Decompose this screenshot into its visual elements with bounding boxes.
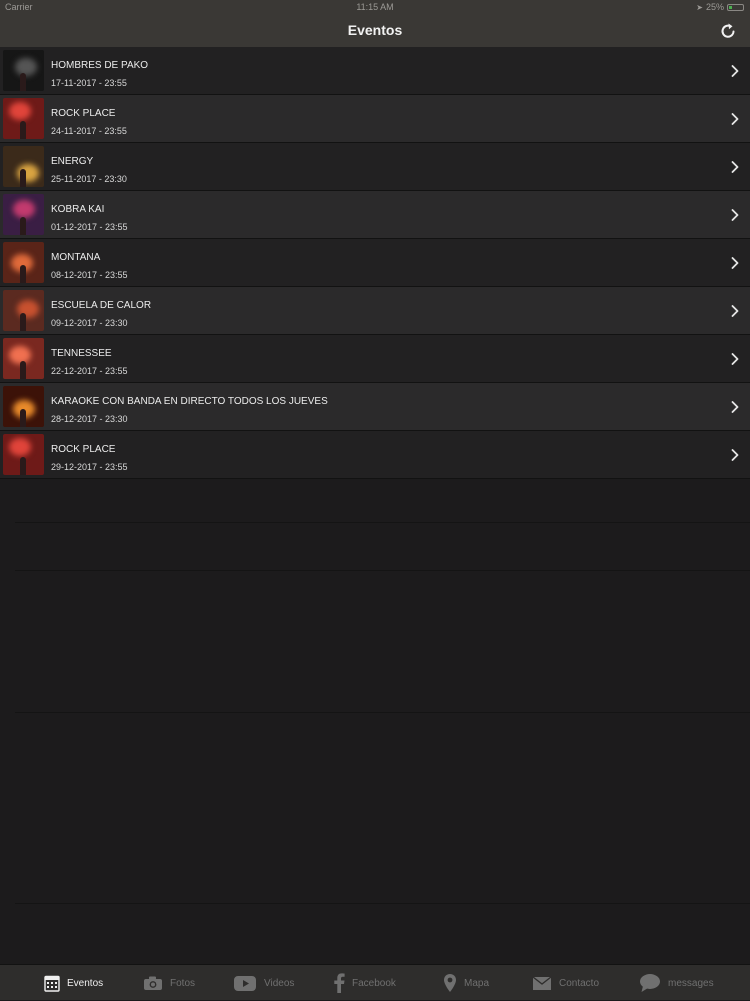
event-thumbnail (3, 434, 44, 475)
event-thumbnail (3, 242, 44, 283)
tab-label: Facebook (352, 977, 396, 989)
tab-messages[interactable]: messages (639, 965, 714, 1001)
empty-row-separator (15, 712, 750, 713)
tab-label: Videos (264, 977, 295, 989)
event-date: 22-12-2017 - 23:55 (51, 366, 128, 376)
event-row[interactable]: ROCK PLACE 24-11-2017 - 23:55 (0, 95, 750, 143)
event-title: KOBRA KAI (51, 204, 105, 215)
event-date: 28-12-2017 - 23:30 (51, 414, 128, 424)
facebook-icon (333, 973, 345, 993)
tab-mapa[interactable]: Mapa (443, 965, 489, 1001)
envelope-icon (532, 975, 552, 991)
tab-eventos[interactable]: Eventos (44, 965, 103, 1001)
chevron-right-icon (731, 304, 739, 317)
camera-icon (143, 975, 163, 991)
empty-row-separator (15, 903, 750, 904)
event-row[interactable]: TENNESSEE 22-12-2017 - 23:55 (0, 335, 750, 383)
event-date: 24-11-2017 - 23:55 (51, 126, 127, 136)
event-row[interactable]: KOBRA KAI 01-12-2017 - 23:55 (0, 191, 750, 239)
tab-fotos[interactable]: Fotos (143, 965, 195, 1001)
chevron-right-icon (731, 208, 739, 221)
event-thumbnail (3, 146, 44, 187)
chevron-right-icon (731, 64, 739, 77)
event-title: ENERGY (51, 156, 94, 167)
calendar-icon (44, 974, 60, 992)
event-date: 25-11-2017 - 23:30 (51, 174, 127, 184)
event-thumbnail (3, 338, 44, 379)
event-title: KARAOKE CON BANDA EN DIRECTO TODOS LOS J… (51, 396, 328, 407)
event-date: 29-12-2017 - 23:55 (51, 462, 128, 472)
battery-icon (727, 3, 744, 11)
event-date: 01-12-2017 - 23:55 (51, 222, 128, 232)
tab-label: messages (668, 977, 714, 989)
event-title: MONTANA (51, 252, 101, 263)
tab-label: Fotos (170, 977, 196, 989)
youtube-icon (233, 975, 257, 992)
event-row[interactable]: MONTANA 08-12-2017 - 23:55 (0, 239, 750, 287)
event-title: HOMBRES DE PAKO (51, 60, 149, 71)
tab-bar: Eventos Fotos Videos Facebook Mapa Contacto me… (0, 964, 750, 1000)
event-date: 09-12-2017 - 23:30 (51, 318, 128, 328)
event-thumbnail (3, 290, 44, 331)
event-date: 08-12-2017 - 23:55 (51, 270, 128, 280)
refresh-icon[interactable] (719, 22, 737, 40)
event-title: ROCK PLACE (51, 444, 116, 455)
battery-percent: 25% (705, 2, 724, 12)
status-time: 11:15 AM (356, 2, 394, 12)
tab-label: Eventos (67, 977, 104, 989)
chevron-right-icon (731, 160, 739, 173)
tab-label: Contacto (559, 977, 600, 989)
chevron-right-icon (731, 448, 739, 461)
empty-row-separator (15, 522, 750, 523)
tab-facebook[interactable]: Facebook (333, 965, 396, 1001)
event-title: ROCK PLACE (51, 108, 116, 119)
status-bar: Carrier 11:15 AM ➤ 25% (0, 0, 750, 14)
event-list: HOMBRES DE PAKO 17-11-2017 - 23:55 ROCK PL… (0, 47, 750, 479)
nav-bar: Eventos (0, 14, 750, 47)
event-row[interactable]: ESCUELA DE CALOR 09-12-2017 - 23:30 (0, 287, 750, 335)
battery-fill (729, 5, 732, 9)
event-row[interactable]: ENERGY 25-11-2017 - 23:30 (0, 143, 750, 191)
location-arrow-icon: ➤ (696, 2, 703, 12)
event-row[interactable]: KARAOKE CON BANDA EN DIRECTO TODOS LOS J… (0, 383, 750, 431)
event-row[interactable]: HOMBRES DE PAKO 17-11-2017 - 23:55 (0, 47, 750, 95)
map-pin-icon (443, 973, 457, 993)
tab-contacto[interactable]: Contacto (532, 965, 599, 1001)
chevron-right-icon (731, 112, 739, 125)
event-thumbnail (3, 386, 44, 427)
chevron-right-icon (731, 400, 739, 413)
event-thumbnail (3, 50, 44, 91)
event-thumbnail (3, 98, 44, 139)
event-date: 17-11-2017 - 23:55 (51, 78, 127, 88)
chat-bubble-icon (639, 973, 661, 993)
tab-label: Mapa (464, 977, 490, 989)
status-right: ➤ 25% (696, 2, 744, 12)
event-title: TENNESSEE (51, 348, 112, 359)
event-title: ESCUELA DE CALOR (51, 300, 152, 311)
chevron-right-icon (731, 256, 739, 269)
event-row[interactable]: ROCK PLACE 29-12-2017 - 23:55 (0, 431, 750, 479)
chevron-right-icon (731, 352, 739, 365)
tab-videos[interactable]: Videos (233, 965, 294, 1001)
event-thumbnail (3, 194, 44, 235)
page-title: Eventos (347, 22, 403, 38)
empty-row-separator (15, 570, 750, 571)
